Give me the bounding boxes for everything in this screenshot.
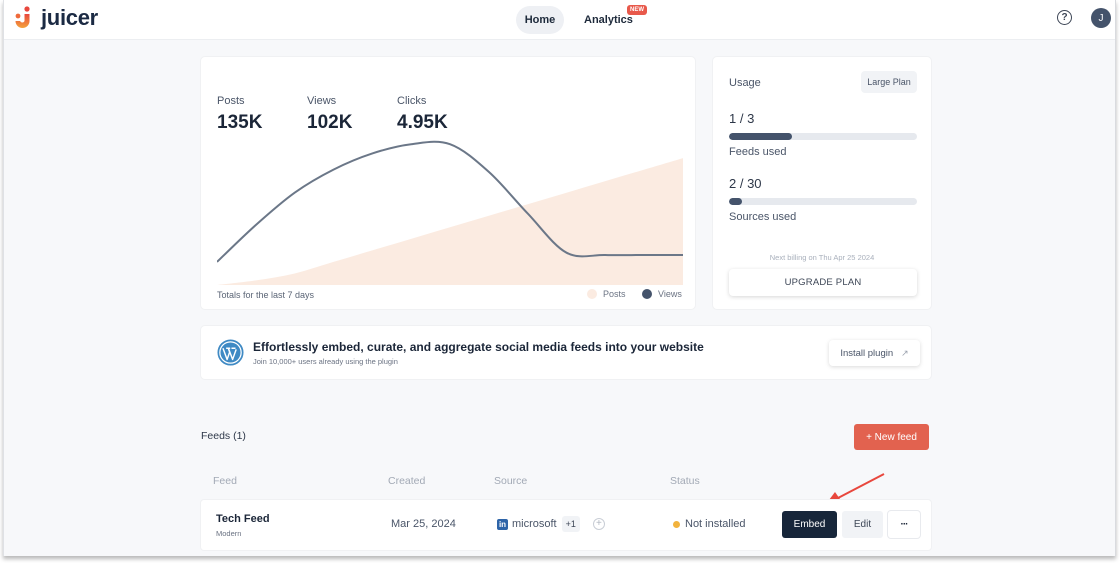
source-name: microsoft: [512, 518, 557, 530]
feeds-usage-bar: [729, 133, 917, 140]
column-header-status: Status: [670, 475, 700, 487]
new-badge: NEW: [627, 5, 647, 15]
feed-sources: in microsoft +1 +: [497, 516, 605, 532]
stats-card: Posts 135K Views 102K Clicks 4.95K Total…: [201, 57, 695, 309]
brand-logo[interactable]: juicer: [12, 5, 98, 31]
additional-sources-count[interactable]: +1: [561, 516, 580, 532]
app-window: juicer Home Analytics NEW ? J Posts 135K…: [3, 0, 1116, 556]
external-link-icon: ↗: [901, 347, 909, 358]
user-avatar[interactable]: J: [1091, 8, 1111, 28]
install-plugin-label: Install plugin: [840, 347, 894, 359]
feed-style: Modern: [216, 529, 242, 538]
column-header-created: Created: [388, 475, 426, 487]
plan-badge: Large Plan: [861, 71, 917, 93]
stat-label: Clicks: [397, 95, 427, 107]
add-source-icon[interactable]: +: [592, 518, 605, 530]
feeds-usage-fill: [729, 133, 792, 140]
feeds-usage-value: 1 / 3: [729, 111, 755, 126]
stat-label: Posts: [217, 95, 245, 107]
feeds-usage-label: Feeds used: [729, 146, 787, 158]
legend-dot-views: [642, 289, 652, 299]
status-label: Not installed: [685, 518, 746, 530]
stat-value: 102K: [307, 112, 353, 133]
stat-views: Views 102K: [307, 95, 352, 134]
stat-posts: Posts 135K: [217, 95, 262, 134]
legend-posts[interactable]: Posts: [587, 289, 626, 299]
status-dot-icon: [673, 520, 680, 528]
stat-clicks: Clicks 4.95K: [397, 95, 448, 134]
legend-label: Posts: [603, 289, 626, 299]
sources-usage-label: Sources used: [729, 211, 797, 223]
stat-value: 135K: [217, 112, 263, 133]
plugin-subtitle: Join 10,000+ users already using the plu…: [253, 357, 398, 366]
new-feed-button[interactable]: + New feed: [854, 424, 929, 450]
next-billing-text: Next billing on Thu Apr 25 2024: [769, 253, 875, 262]
posts-area: [217, 158, 683, 285]
usage-card: Usage Large Plan 1 / 3 Feeds used 2 / 30…: [713, 57, 931, 309]
legend-views[interactable]: Views: [642, 289, 682, 299]
table-row[interactable]: Tech Feed Modern Mar 25, 2024 in microso…: [201, 500, 931, 550]
stat-label: Views: [307, 95, 337, 107]
wordpress-icon: [217, 339, 244, 366]
sources-usage-bar: [729, 198, 917, 205]
feed-created-date: Mar 25, 2024: [391, 518, 456, 530]
sources-usage-value: 2 / 30: [729, 176, 762, 191]
posts-views-chart: [217, 140, 683, 285]
feed-name[interactable]: Tech Feed: [216, 513, 270, 525]
top-nav-bar: juicer Home Analytics NEW ? J: [4, 0, 1115, 40]
edit-button[interactable]: Edit: [842, 511, 883, 538]
feed-status: Not installed: [673, 518, 746, 530]
wordpress-plugin-banner: Effortlessly embed, curate, and aggregat…: [201, 326, 931, 379]
plugin-headline: Effortlessly embed, curate, and aggregat…: [253, 340, 704, 354]
more-options-button[interactable]: ···: [888, 511, 920, 538]
column-header-source: Source: [494, 475, 528, 487]
juicer-logo-icon: [15, 6, 30, 28]
feeds-section-title: Feeds (1): [201, 430, 246, 442]
legend-label: Views: [658, 289, 682, 299]
linkedin-icon: in: [497, 518, 508, 530]
install-plugin-button[interactable]: Install plugin ↗: [829, 340, 920, 366]
stat-value: 4.95K: [397, 112, 448, 133]
embed-button[interactable]: Embed: [782, 511, 837, 538]
nav-tab-home[interactable]: Home: [516, 6, 564, 34]
brand-name: juicer: [41, 5, 98, 30]
upgrade-plan-button[interactable]: UPGRADE PLAN: [729, 269, 917, 296]
chart-caption: Totals for the last 7 days: [217, 290, 315, 300]
column-header-feed: Feed: [213, 475, 237, 487]
help-icon[interactable]: ?: [1057, 10, 1072, 25]
usage-title: Usage: [729, 77, 761, 89]
legend-dot-posts: [587, 289, 597, 299]
sources-usage-fill: [729, 198, 742, 205]
